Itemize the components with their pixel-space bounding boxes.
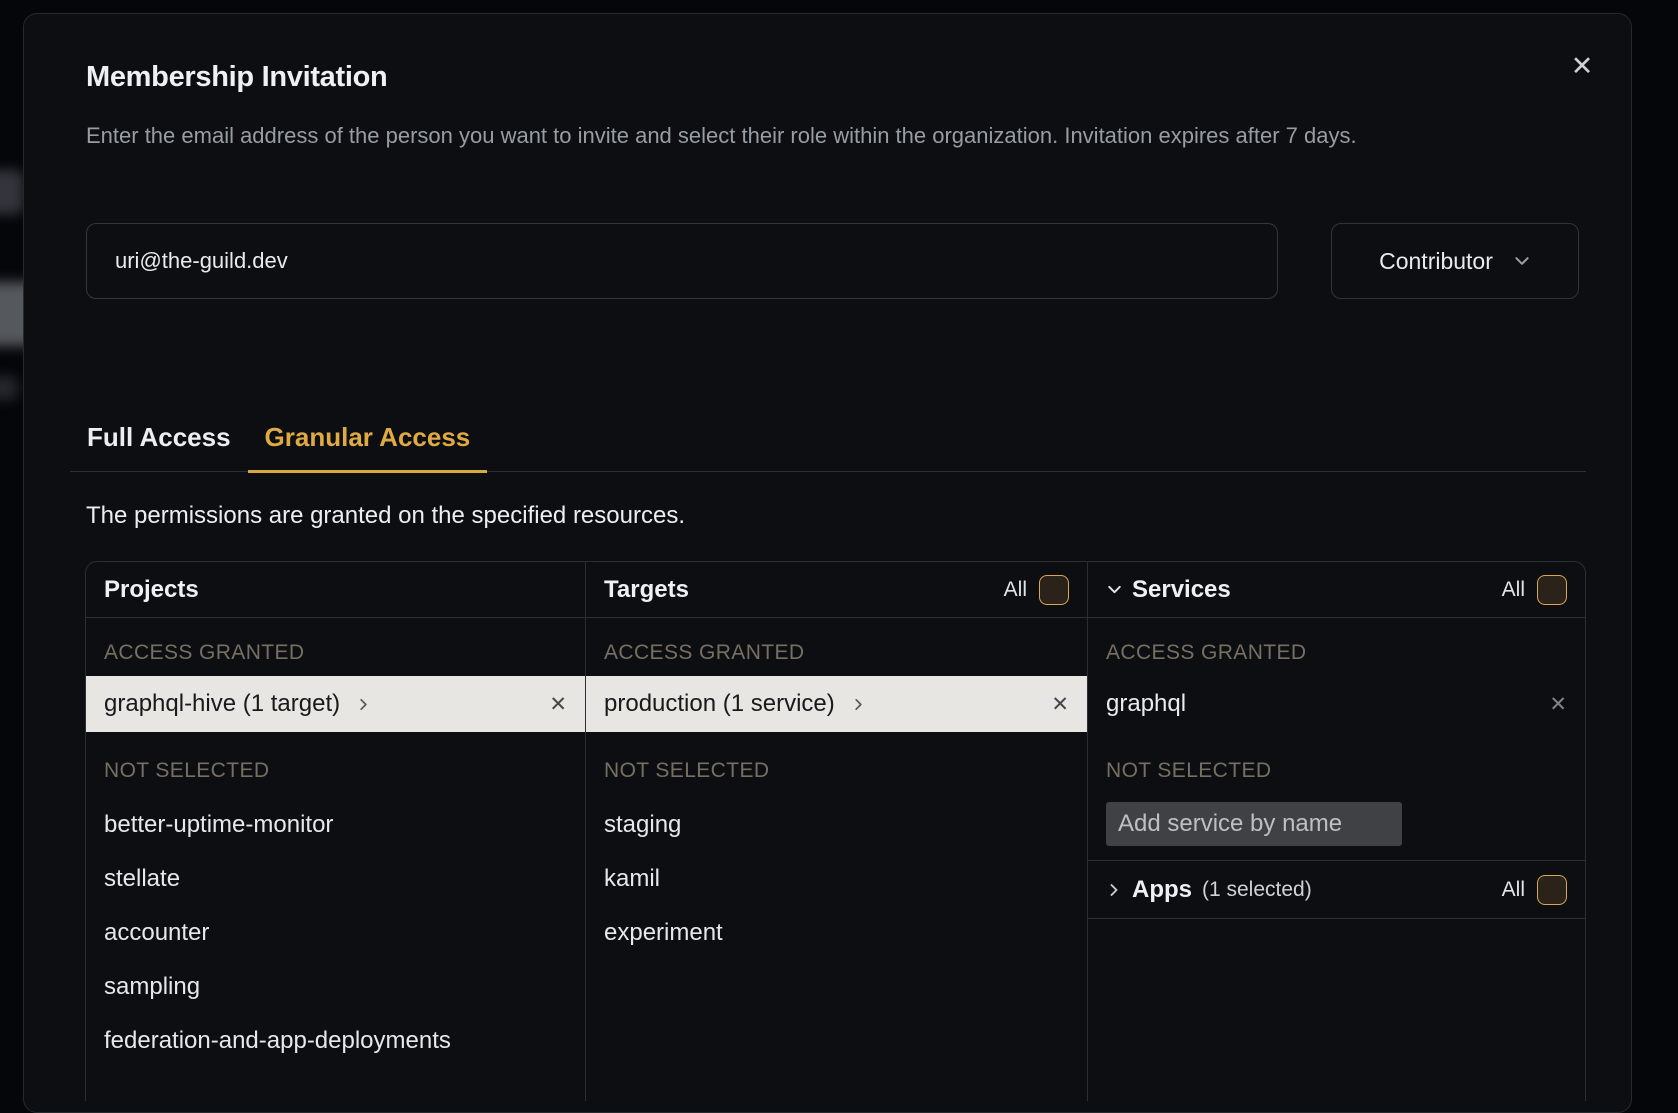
project-list-item[interactable]: better-uptime-monitor bbox=[104, 798, 567, 852]
projects-column-header: Projects bbox=[86, 562, 585, 618]
remove-service-icon[interactable]: ✕ bbox=[1549, 694, 1567, 715]
project-list-item[interactable]: accounter bbox=[104, 906, 567, 960]
target-list-item[interactable]: staging bbox=[604, 798, 1069, 852]
targets-access-granted-label: ACCESS GRANTED bbox=[604, 640, 1069, 666]
tab-full-access[interactable]: Full Access bbox=[70, 414, 248, 473]
remove-target-icon[interactable]: ✕ bbox=[1051, 694, 1069, 715]
apps-row[interactable]: Apps (1 selected) All bbox=[1088, 860, 1585, 919]
targets-select-all[interactable]: All bbox=[1004, 575, 1069, 605]
resources-table: Projects ACCESS GRANTED graphql-hive (1 … bbox=[85, 561, 1586, 1101]
target-selected-row[interactable]: production (1 service) ✕ bbox=[586, 676, 1087, 732]
services-select-all[interactable]: All bbox=[1502, 575, 1567, 605]
project-selected-name: graphql-hive (1 target) bbox=[104, 690, 340, 718]
role-select[interactable]: Contributor bbox=[1331, 223, 1579, 299]
targets-column: Targets All ACCESS GRANTED production (1… bbox=[586, 562, 1088, 1101]
targets-all-label: All bbox=[1004, 578, 1027, 602]
close-icon[interactable]: ✕ bbox=[1561, 45, 1603, 87]
services-all-label: All bbox=[1502, 578, 1525, 602]
role-select-value: Contributor bbox=[1379, 248, 1493, 275]
apps-selected-count: (1 selected) bbox=[1202, 878, 1312, 902]
apps-all-checkbox[interactable] bbox=[1537, 875, 1567, 905]
project-list-item[interactable]: federation-and-app-deployments bbox=[104, 1014, 567, 1068]
project-selected-row[interactable]: graphql-hive (1 target) ✕ bbox=[86, 676, 585, 732]
chevron-down-icon bbox=[1106, 581, 1123, 598]
remove-project-icon[interactable]: ✕ bbox=[549, 694, 567, 715]
targets-not-selected-label: NOT SELECTED bbox=[604, 758, 1069, 784]
access-tabs: Full Access Granular Access bbox=[70, 414, 1586, 472]
apps-all-label: All bbox=[1502, 878, 1525, 902]
services-not-selected-label: NOT SELECTED bbox=[1106, 758, 1567, 784]
service-selected-name: graphql bbox=[1106, 690, 1186, 718]
projects-column: Projects ACCESS GRANTED graphql-hive (1 … bbox=[86, 562, 586, 1101]
dialog-title: Membership Invitation bbox=[86, 61, 387, 94]
services-all-checkbox[interactable] bbox=[1537, 575, 1567, 605]
chevron-right-icon bbox=[1106, 882, 1122, 898]
chevron-right-icon bbox=[851, 697, 866, 712]
projects-access-granted-label: ACCESS GRANTED bbox=[104, 640, 567, 666]
services-access-granted-label: ACCESS GRANTED bbox=[1106, 640, 1567, 666]
target-list-item[interactable]: kamil bbox=[604, 852, 1069, 906]
membership-invitation-dialog: ✕ Membership Invitation Enter the email … bbox=[23, 13, 1632, 1113]
service-selected-row[interactable]: graphql ✕ bbox=[1088, 676, 1585, 732]
dialog-description: Enter the email address of the person yo… bbox=[86, 116, 1586, 156]
chevron-down-icon bbox=[1513, 252, 1531, 270]
targets-column-header: Targets All bbox=[586, 562, 1087, 618]
add-service-input[interactable] bbox=[1106, 802, 1402, 846]
target-list-item[interactable]: experiment bbox=[604, 906, 1069, 960]
targets-all-checkbox[interactable] bbox=[1039, 575, 1069, 605]
apps-select-all[interactable]: All bbox=[1502, 875, 1567, 905]
services-header-label: Services bbox=[1132, 576, 1231, 604]
projects-not-selected-label: NOT SELECTED bbox=[104, 758, 567, 784]
tab-granular-access[interactable]: Granular Access bbox=[248, 414, 488, 473]
apps-label: Apps bbox=[1132, 876, 1192, 904]
projects-header-label: Projects bbox=[104, 576, 199, 604]
targets-header-label: Targets bbox=[604, 576, 689, 604]
project-list-item[interactable]: stellate bbox=[104, 852, 567, 906]
project-list-item[interactable]: sampling bbox=[104, 960, 567, 1014]
services-column-header[interactable]: Services All bbox=[1088, 562, 1585, 618]
target-selected-name: production (1 service) bbox=[604, 690, 835, 718]
background-artifact bbox=[0, 376, 18, 400]
background-artifact bbox=[0, 170, 24, 214]
chevron-right-icon bbox=[356, 697, 371, 712]
services-column: Services All ACCESS GRANTED graphql ✕ NO… bbox=[1088, 562, 1585, 1101]
permissions-note: The permissions are granted on the speci… bbox=[86, 502, 685, 530]
invite-email-input[interactable] bbox=[86, 223, 1278, 299]
